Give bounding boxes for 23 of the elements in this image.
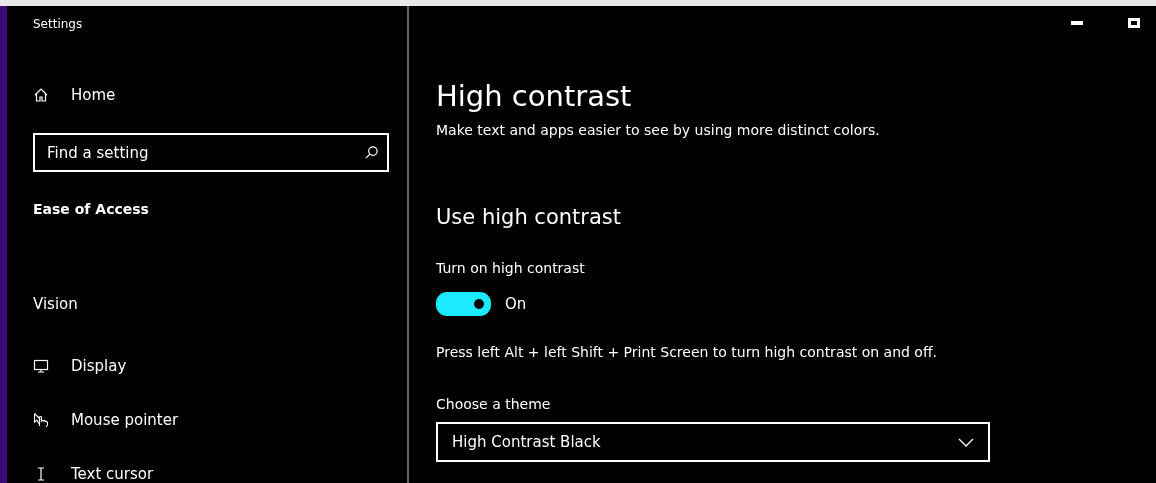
theme-label: Choose a theme: [436, 396, 552, 412]
toggle-state: On: [505, 295, 527, 313]
home-icon: [33, 87, 49, 103]
sidebar-item[interactable]: Text cursor: [33, 447, 387, 483]
section-heading: Use high contrast: [436, 204, 622, 231]
toggle-label: Turn on high contrast: [436, 260, 586, 276]
theme-dropdown[interactable]: High Contrast Black: [436, 422, 990, 462]
category-heading: Ease of Access: [33, 201, 150, 219]
group-heading: Vision: [33, 294, 79, 315]
window-title: Settings: [33, 17, 84, 33]
chevron-down-icon: [958, 437, 974, 447]
maximize-icon[interactable]: [1128, 18, 1140, 28]
sidebar-item[interactable]: Display: [33, 339, 387, 393]
sidebar-item[interactable]: Mouse pointer: [33, 393, 387, 447]
toggle-switch[interactable]: [436, 292, 491, 316]
hand-pointer-icon: [33, 412, 49, 428]
monitor-icon: [33, 358, 49, 374]
shortcut-hint: Press left Alt + left Shift + Print Screen to turn high contrast on and off.: [436, 344, 939, 360]
search-icon: [364, 145, 379, 160]
page-title: High contrast: [436, 78, 633, 115]
page-description: Make text and apps easier to see by using more distinct colors.: [436, 122, 881, 138]
search-field[interactable]: Find a setting: [33, 133, 389, 172]
home-link[interactable]: Home: [33, 71, 387, 119]
